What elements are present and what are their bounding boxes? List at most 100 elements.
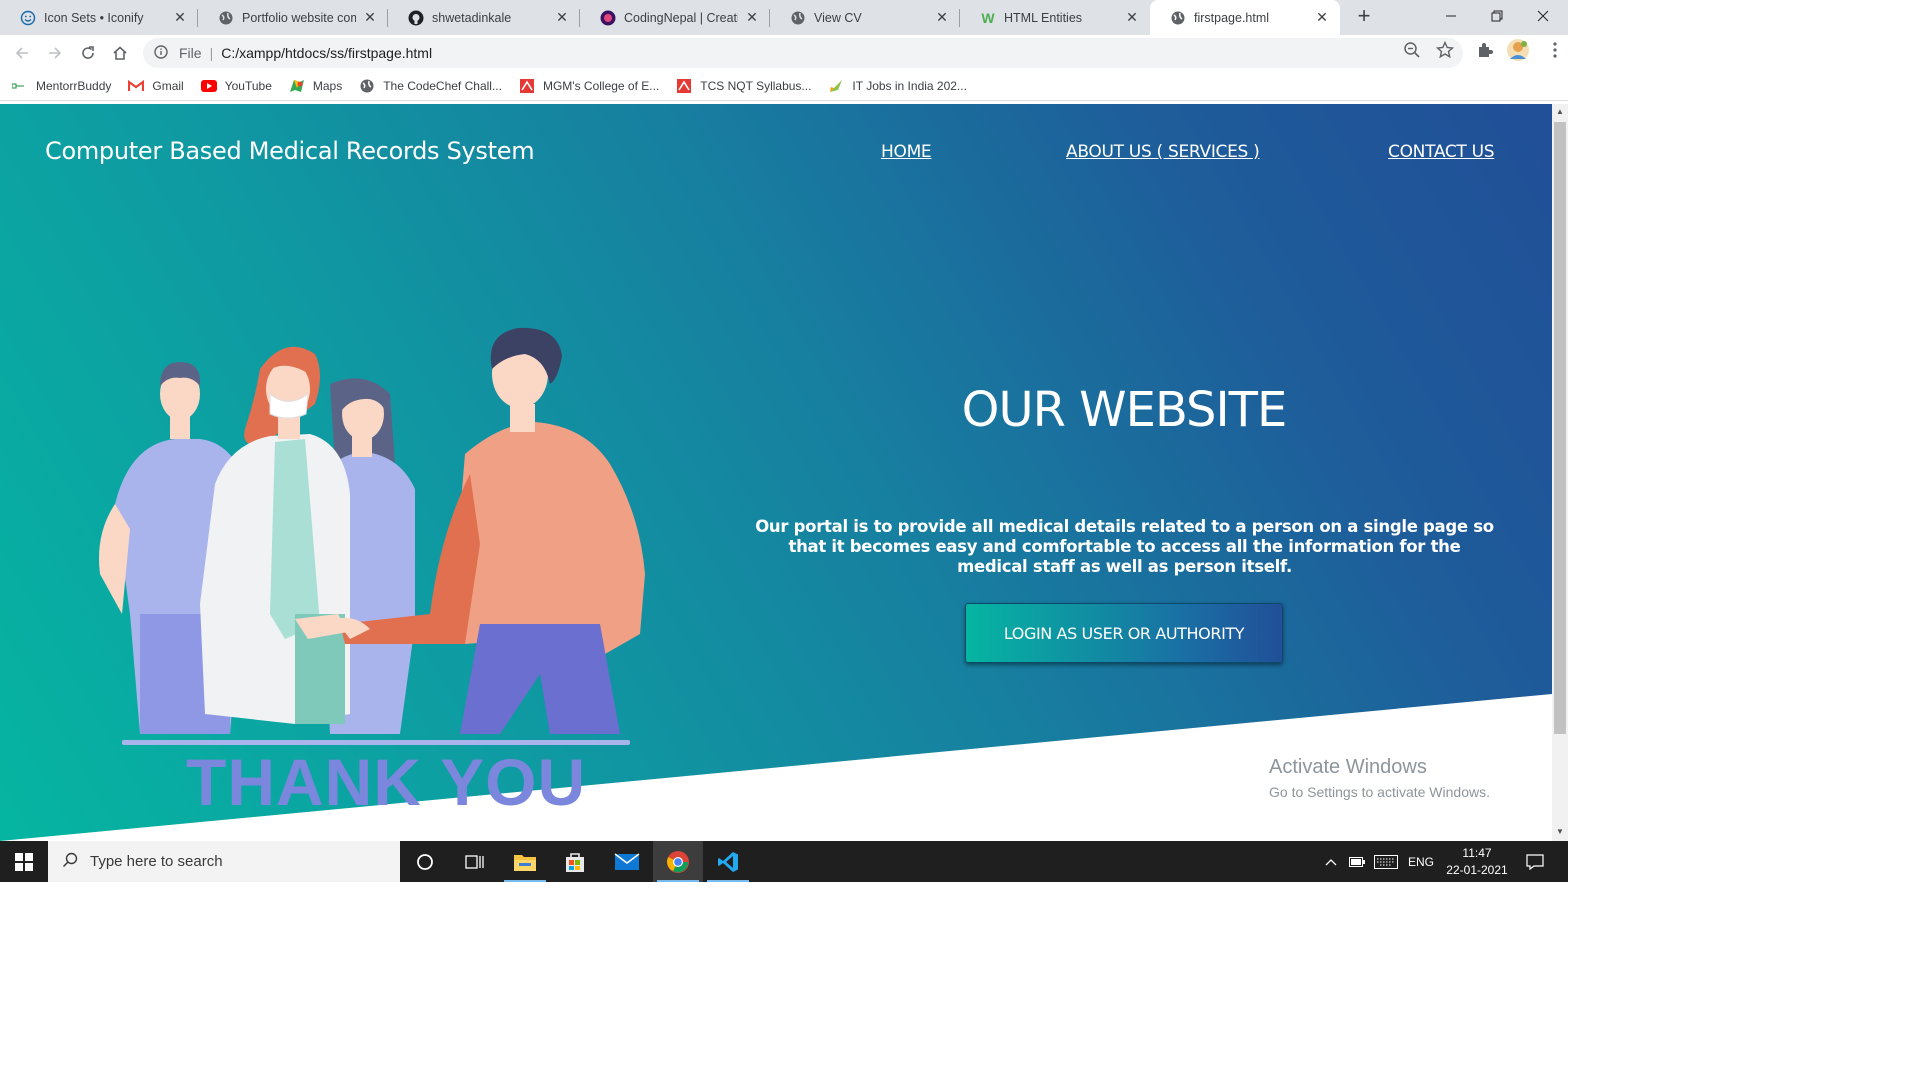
- restore-button[interactable]: [1474, 0, 1520, 32]
- globe-icon: [1170, 10, 1186, 26]
- watermark-subtitle: Go to Settings to activate Windows.: [1269, 784, 1490, 800]
- bookmark-tcs[interactable]: TCS NQT Syllabus...: [676, 78, 811, 94]
- bookmark-label: MentorrBuddy: [36, 78, 112, 93]
- taskbar-search[interactable]: Type here to search: [48, 841, 400, 882]
- tab-portfolio[interactable]: Portfolio website comp ✕: [198, 0, 388, 35]
- bookmark-star-icon[interactable]: [1435, 40, 1455, 64]
- youtube-icon: [200, 78, 217, 94]
- watermark-title: Activate Windows: [1269, 756, 1427, 778]
- start-button[interactable]: [0, 841, 48, 882]
- url-text[interactable]: C:/xampp/htdocs/ss/firstpage.html: [221, 45, 432, 61]
- back-button[interactable]: [10, 41, 34, 65]
- tab-codingnepal[interactable]: CodingNepal | Creative ✕: [580, 0, 770, 35]
- vscode-button[interactable]: [703, 841, 753, 882]
- close-tab-icon[interactable]: ✕: [744, 9, 760, 26]
- globe-icon: [790, 10, 806, 26]
- bookmark-label: YouTube: [224, 78, 272, 93]
- thank-you-caption: THANK YOU: [186, 745, 587, 819]
- avatar[interactable]: [1506, 38, 1530, 67]
- bookmark-codechef[interactable]: The CodeChef Chall...: [359, 78, 502, 94]
- tab-title: Portfolio website comp: [242, 10, 356, 25]
- store-icon: [566, 852, 584, 872]
- globe-icon: [218, 10, 234, 26]
- bookmark-youtube[interactable]: YouTube: [200, 78, 272, 94]
- search-placeholder: Type here to search: [90, 853, 223, 870]
- folder-icon: [514, 854, 536, 871]
- nav-about-link[interactable]: ABOUT US ( SERVICES ): [1066, 142, 1260, 162]
- bookmark-label: The CodeChef Chall...: [383, 78, 502, 93]
- close-tab-icon[interactable]: ✕: [172, 9, 188, 26]
- info-icon[interactable]: [153, 44, 169, 63]
- minimize-icon: [1446, 15, 1456, 17]
- scroll-thumb[interactable]: [1554, 122, 1566, 734]
- taskbar-clock[interactable]: 11:47 22-01-2021: [1440, 845, 1514, 879]
- notification-icon: [1526, 853, 1544, 870]
- keyboard-indicator[interactable]: [1374, 841, 1398, 882]
- vertical-scrollbar[interactable]: ▲ ▼: [1552, 104, 1568, 841]
- reload-button[interactable]: [76, 41, 100, 65]
- bookmark-maps[interactable]: Maps: [289, 78, 342, 94]
- clock-date: 22-01-2021: [1446, 863, 1508, 877]
- close-icon: [1537, 10, 1549, 22]
- close-tab-icon[interactable]: ✕: [934, 9, 950, 26]
- show-hidden-icons-button[interactable]: [1325, 841, 1337, 882]
- tab-github[interactable]: shwetadinkale ✕: [388, 0, 580, 35]
- close-tab-icon[interactable]: ✕: [362, 9, 378, 26]
- minimize-button[interactable]: [1428, 0, 1474, 32]
- address-bar[interactable]: File | C:/xampp/htdocs/ss/firstpage.html: [143, 38, 1463, 68]
- menu-dots-icon[interactable]: [1552, 41, 1558, 64]
- cortana-icon: [417, 853, 433, 870]
- close-tab-icon[interactable]: ✕: [1314, 9, 1330, 26]
- extensions-icon[interactable]: [1476, 41, 1494, 64]
- tab-firstpage[interactable]: firstpage.html ✕: [1150, 0, 1340, 35]
- w3schools-icon: W: [981, 9, 995, 26]
- bookmark-mgm[interactable]: MGM's College of E...: [519, 78, 659, 94]
- reload-icon: [82, 46, 94, 59]
- forward-button[interactable]: [43, 41, 67, 65]
- cortana-button[interactable]: [400, 841, 450, 882]
- zoom-icon[interactable]: [1403, 41, 1421, 64]
- clock-time: 11:47: [1462, 846, 1492, 860]
- login-button[interactable]: LOGIN AS USER OR AUTHORITY: [965, 603, 1283, 663]
- tab-title: View CV: [814, 10, 862, 25]
- tab-strip: Icon Sets • Iconify ✕ Portfolio website …: [0, 0, 1568, 35]
- store-button[interactable]: [550, 841, 600, 882]
- home-button[interactable]: [108, 41, 132, 65]
- tab-title: CodingNepal | Creative: [624, 10, 738, 25]
- windows-logo-icon: [15, 852, 33, 871]
- bookmark-gmail[interactable]: Gmail: [128, 78, 184, 94]
- mail-button[interactable]: [602, 841, 652, 882]
- nav-home-link[interactable]: HOME: [881, 142, 932, 162]
- activate-windows-watermark: Activate Windows Go to Settings to activ…: [1269, 756, 1490, 800]
- tab-html-entities[interactable]: W HTML Entities ✕: [960, 0, 1150, 35]
- tab-title: Icon Sets • Iconify: [44, 10, 144, 25]
- bookmark-label: IT Jobs in India 202...: [852, 78, 967, 93]
- url-scheme: File: [179, 45, 202, 61]
- bookmark-label: TCS NQT Syllabus...: [700, 78, 812, 93]
- mail-icon: [614, 852, 640, 870]
- close-tab-icon[interactable]: ✕: [554, 9, 570, 26]
- close-tab-icon[interactable]: ✕: [1124, 9, 1140, 26]
- vscode-icon: [718, 851, 738, 872]
- tab-iconify[interactable]: Icon Sets • Iconify ✕: [0, 0, 198, 35]
- file-explorer-button[interactable]: [500, 841, 550, 882]
- mentor-icon: [12, 78, 28, 94]
- bookmark-it-jobs[interactable]: IT Jobs in India 202...: [828, 78, 967, 94]
- globe-icon: [359, 78, 375, 94]
- notifications-button[interactable]: [1526, 841, 1544, 882]
- hero-description: Our portal is to provide all medical det…: [755, 517, 1494, 576]
- battery-indicator[interactable]: [1349, 841, 1365, 882]
- task-view-button[interactable]: [450, 841, 500, 882]
- language-indicator[interactable]: ENG: [1408, 841, 1434, 882]
- new-tab-button[interactable]: +: [1352, 5, 1376, 29]
- scroll-down-arrow-icon[interactable]: ▼: [1552, 827, 1568, 841]
- chrome-button[interactable]: [653, 841, 703, 882]
- tab-view-cv[interactable]: View CV ✕: [770, 0, 960, 35]
- url-divider: |: [209, 45, 214, 61]
- bookmark-label: Gmail: [152, 78, 184, 93]
- bookmark-mentorrbuddy[interactable]: MentorrBuddy: [12, 78, 111, 94]
- scroll-up-arrow-icon[interactable]: ▲: [1552, 107, 1568, 121]
- nav-contact-link[interactable]: CONTACT US: [1388, 142, 1495, 162]
- close-window-button[interactable]: [1520, 0, 1566, 32]
- site-title: Computer Based Medical Records System: [45, 137, 535, 165]
